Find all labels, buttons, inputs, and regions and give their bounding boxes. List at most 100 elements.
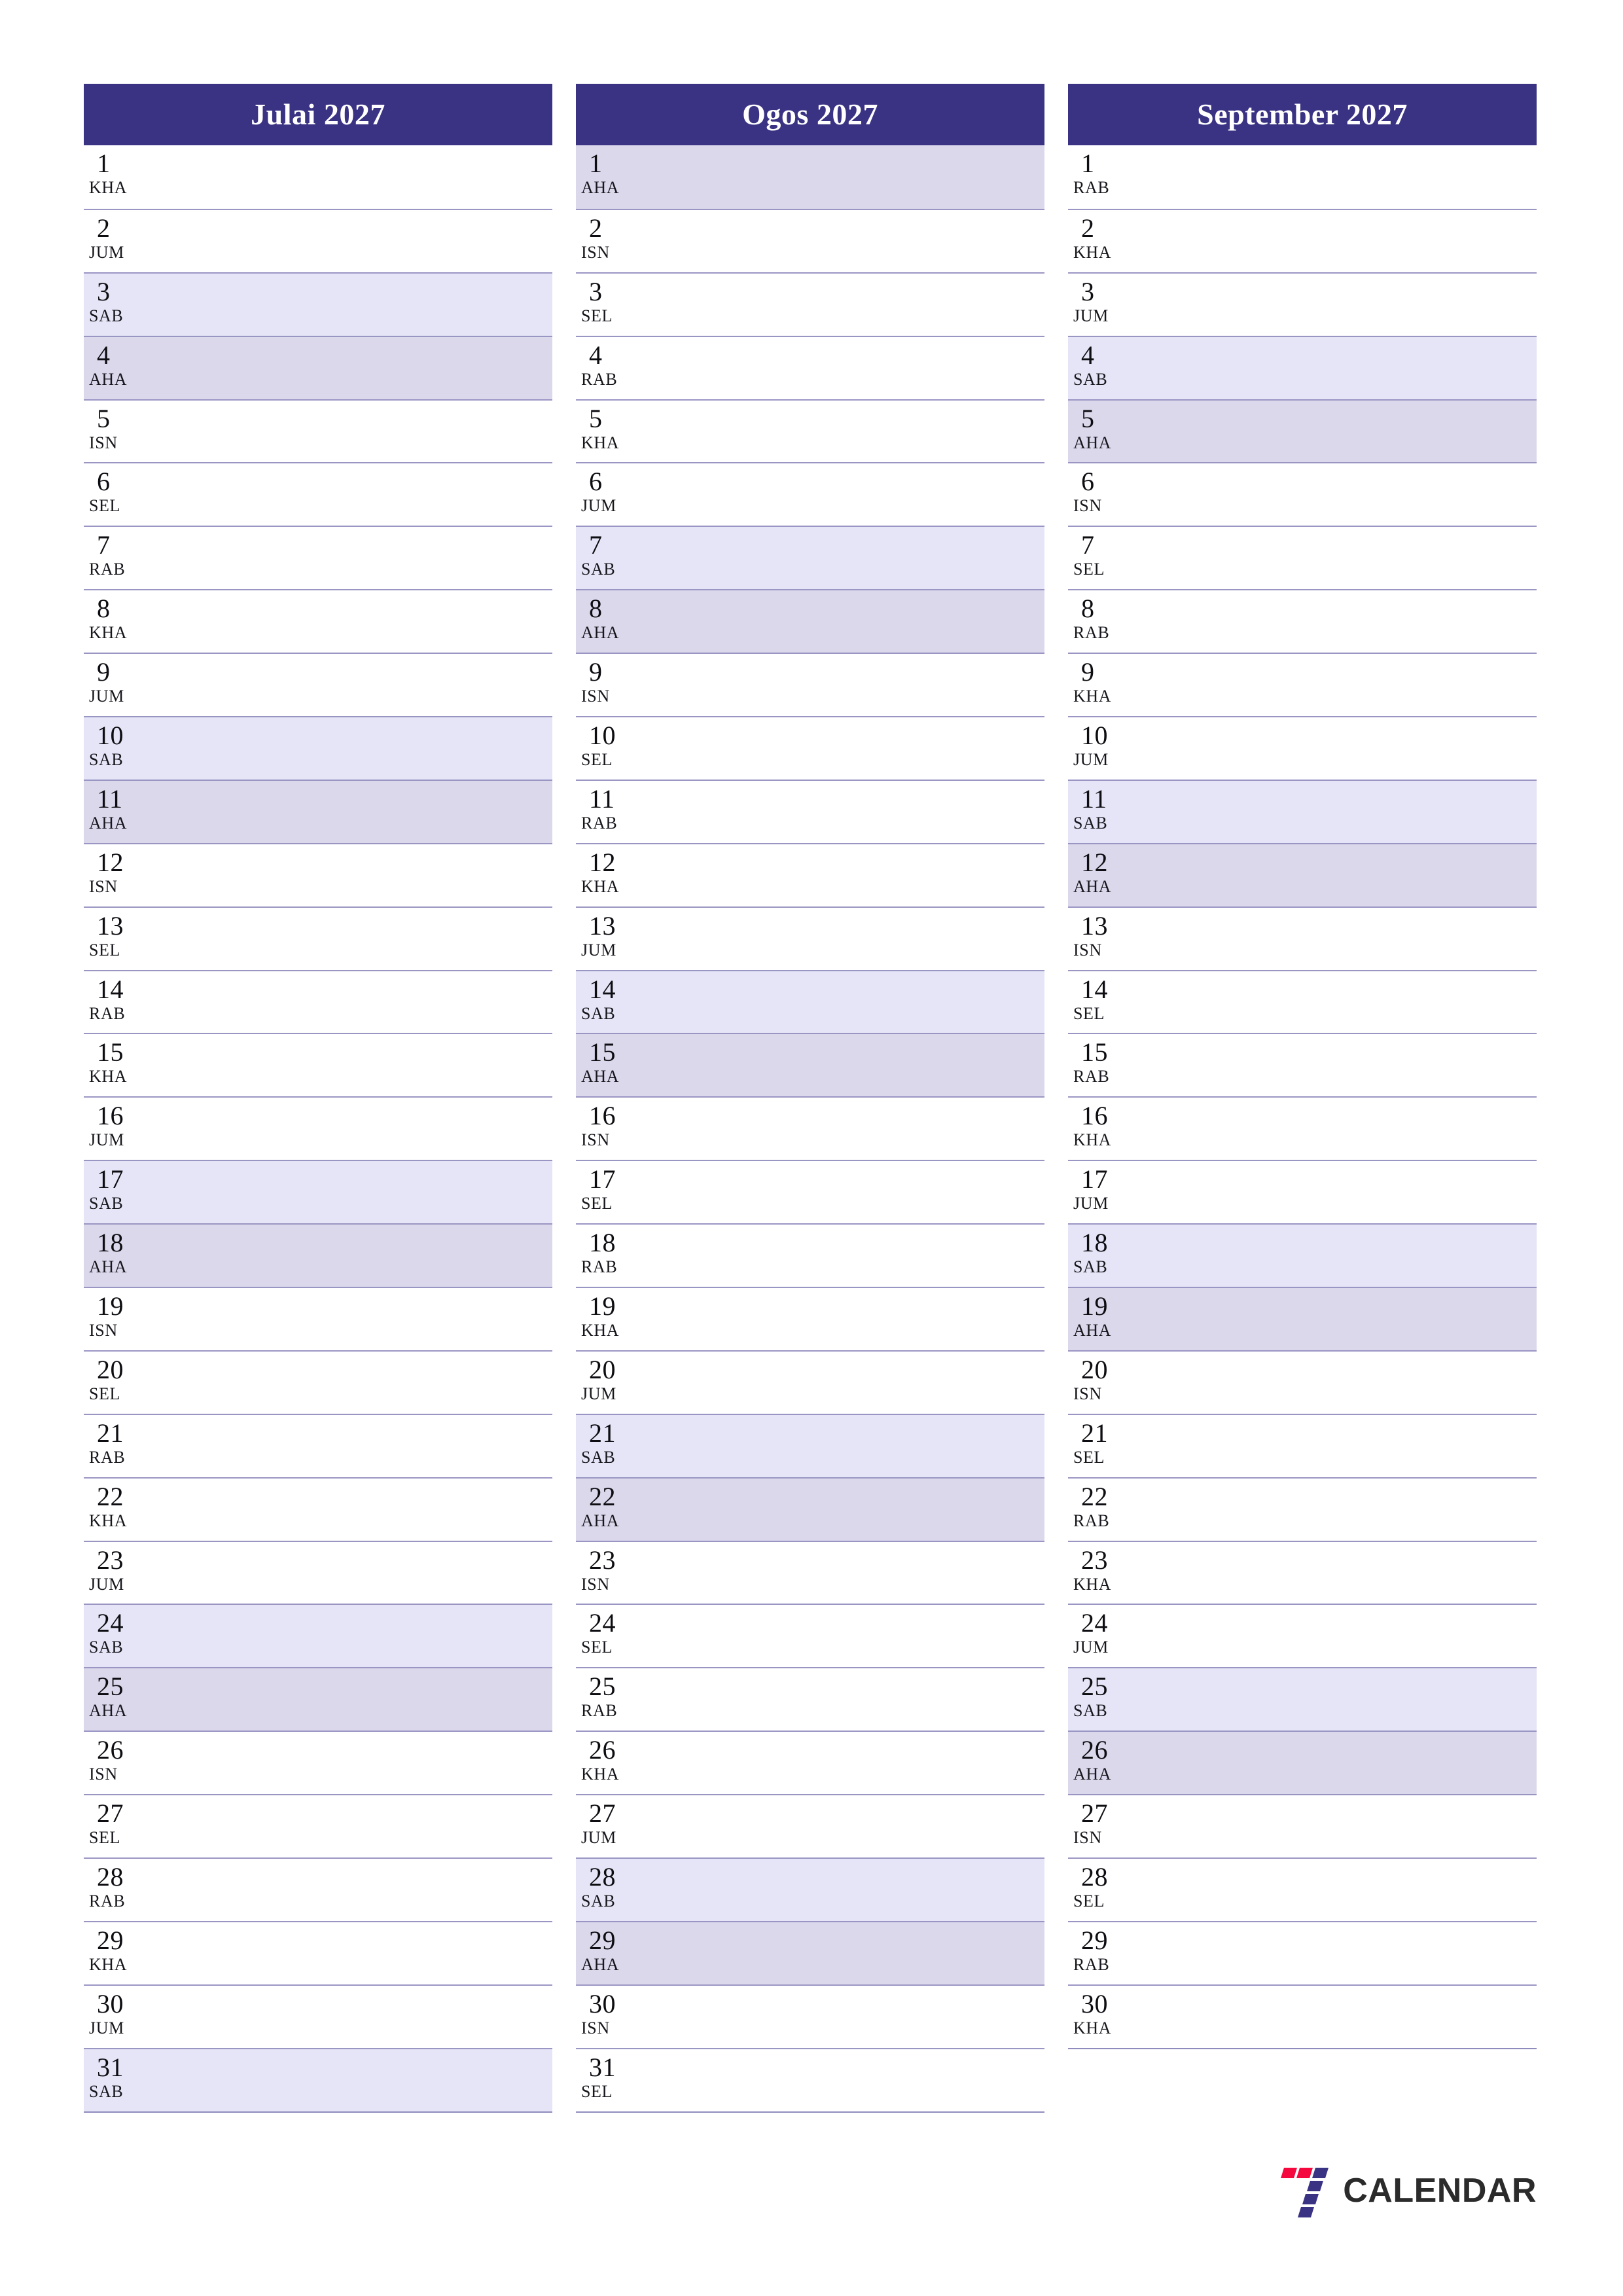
day-row[interactable]: 7 SAB <box>576 526 1044 590</box>
day-row[interactable]: 30 ISN <box>576 1984 1044 2048</box>
day-row[interactable]: 24 SEL <box>576 1604 1044 1667</box>
day-row[interactable]: 2 KHA <box>1068 208 1537 272</box>
day-row[interactable]: 30 KHA <box>1068 1984 1537 2048</box>
day-row[interactable]: 13 SEL <box>84 906 552 970</box>
day-number: 29 <box>97 1925 124 1955</box>
day-row[interactable]: 26 ISN <box>84 1731 552 1794</box>
day-row[interactable]: 7 SEL <box>1068 526 1537 589</box>
day-row[interactable]: 4 SAB <box>1068 335 1537 399</box>
day-weekday-label: SEL <box>581 1194 613 1213</box>
month-column: Julai 2027 1 KHA 2 JUM 3 SAB 4 AHA 5 ISN 6 SEL 7 RAB 8 K… <box>84 84 552 2113</box>
day-row[interactable]: 2 JUM <box>84 208 552 272</box>
day-number: 6 <box>97 467 111 497</box>
day-row[interactable]: 12 ISN <box>84 842 552 906</box>
day-row[interactable]: 21 RAB <box>84 1413 552 1477</box>
day-row[interactable]: 29 AHA <box>576 1920 1044 1984</box>
day-row[interactable]: 18 SAB <box>1068 1223 1537 1287</box>
day-row[interactable]: 25 RAB <box>576 1667 1044 1731</box>
day-row[interactable]: 12 AHA <box>1068 842 1537 906</box>
day-row[interactable]: 19 KHA <box>576 1287 1044 1350</box>
day-weekday-label: ISN <box>89 1765 118 1784</box>
day-row[interactable]: 31 SAB <box>84 2047 552 2111</box>
day-row[interactable]: 8 RAB <box>1068 589 1537 653</box>
day-row[interactable]: 26 KHA <box>576 1731 1044 1794</box>
day-row[interactable]: 21 SEL <box>1068 1413 1537 1477</box>
day-row[interactable]: 20 SEL <box>84 1350 552 1414</box>
day-row[interactable]: 25 SAB <box>1068 1667 1537 1731</box>
day-row[interactable]: 30 JUM <box>84 1984 552 2048</box>
day-row[interactable]: 16 JUM <box>84 1096 552 1160</box>
day-row[interactable]: 12 KHA <box>576 842 1044 906</box>
day-row[interactable]: 4 RAB <box>576 335 1044 399</box>
day-row[interactable]: 15 RAB <box>1068 1033 1537 1096</box>
day-row[interactable]: 6 JUM <box>576 462 1044 526</box>
day-row[interactable]: 26 AHA <box>1068 1731 1537 1795</box>
day-row[interactable]: 10 JUM <box>1068 716 1537 780</box>
day-row[interactable]: 5 ISN <box>84 399 552 463</box>
day-row[interactable]: 24 JUM <box>1068 1604 1537 1667</box>
day-row[interactable]: 27 ISN <box>1068 1794 1537 1857</box>
day-row[interactable]: 7 RAB <box>84 526 552 589</box>
day-row[interactable]: 3 SAB <box>84 272 552 336</box>
day-row[interactable]: 1 AHA <box>576 145 1044 209</box>
day-row[interactable]: 15 KHA <box>84 1033 552 1096</box>
day-row[interactable]: 1 RAB <box>1068 145 1537 209</box>
day-row[interactable]: 13 JUM <box>576 906 1044 970</box>
day-weekday-label: JUM <box>89 1130 124 1150</box>
day-row[interactable]: 10 SEL <box>576 716 1044 780</box>
day-row[interactable]: 31 SEL <box>576 2047 1044 2111</box>
day-row[interactable]: 11 RAB <box>576 779 1044 843</box>
day-row[interactable]: 11 SAB <box>1068 779 1537 843</box>
day-row[interactable]: 24 SAB <box>84 1604 552 1668</box>
day-row[interactable]: 14 SAB <box>576 969 1044 1033</box>
day-row[interactable]: 16 KHA <box>1068 1096 1537 1160</box>
day-row[interactable]: 22 RAB <box>1068 1477 1537 1541</box>
day-row[interactable]: 28 SEL <box>1068 1857 1537 1921</box>
day-row[interactable]: 17 SEL <box>576 1160 1044 1223</box>
day-weekday-label: SEL <box>89 496 121 516</box>
day-row[interactable]: 21 SAB <box>576 1413 1044 1477</box>
day-row[interactable]: 4 AHA <box>84 335 552 399</box>
day-row[interactable]: 3 SEL <box>576 272 1044 336</box>
day-row[interactable]: 3 JUM <box>1068 272 1537 336</box>
day-row[interactable]: 20 JUM <box>576 1350 1044 1414</box>
day-row[interactable]: 2 ISN <box>576 208 1044 272</box>
day-row[interactable]: 27 JUM <box>576 1794 1044 1857</box>
day-row[interactable]: 10 SAB <box>84 716 552 780</box>
day-row[interactable]: 13 ISN <box>1068 906 1537 970</box>
day-row[interactable]: 17 SAB <box>84 1160 552 1224</box>
day-row[interactable]: 27 SEL <box>84 1794 552 1857</box>
day-row[interactable]: 15 AHA <box>576 1033 1044 1097</box>
day-row[interactable]: 6 ISN <box>1068 462 1537 526</box>
day-row[interactable]: 23 JUM <box>84 1540 552 1604</box>
day-row[interactable]: 11 AHA <box>84 779 552 843</box>
day-row[interactable]: 14 SEL <box>1068 969 1537 1033</box>
day-row[interactable]: 22 AHA <box>576 1477 1044 1541</box>
day-row[interactable]: 9 ISN <box>576 653 1044 716</box>
day-row[interactable]: 18 AHA <box>84 1223 552 1287</box>
day-row[interactable]: 29 RAB <box>1068 1920 1537 1984</box>
day-row[interactable]: 22 KHA <box>84 1477 552 1541</box>
day-row[interactable]: 23 ISN <box>576 1540 1044 1604</box>
day-row[interactable]: 6 SEL <box>84 462 552 526</box>
day-row[interactable]: 5 AHA <box>1068 399 1537 463</box>
day-row[interactable]: 19 AHA <box>1068 1287 1537 1350</box>
day-row[interactable]: 18 RAB <box>576 1223 1044 1287</box>
day-row[interactable]: 9 JUM <box>84 653 552 716</box>
day-row[interactable]: 16 ISN <box>576 1096 1044 1160</box>
day-number: 15 <box>97 1037 124 1067</box>
day-row[interactable]: 28 RAB <box>84 1857 552 1921</box>
day-row[interactable]: 25 AHA <box>84 1667 552 1731</box>
day-row[interactable]: 17 JUM <box>1068 1160 1537 1223</box>
day-row[interactable]: 14 RAB <box>84 969 552 1033</box>
day-row[interactable]: 8 KHA <box>84 589 552 653</box>
day-row[interactable]: 1 KHA <box>84 145 552 209</box>
day-row[interactable]: 29 KHA <box>84 1920 552 1984</box>
day-row[interactable]: 5 KHA <box>576 399 1044 463</box>
day-row[interactable]: 28 SAB <box>576 1857 1044 1921</box>
day-row[interactable]: 19 ISN <box>84 1287 552 1350</box>
day-row[interactable]: 9 KHA <box>1068 653 1537 716</box>
day-row[interactable]: 23 KHA <box>1068 1540 1537 1604</box>
day-row[interactable]: 20 ISN <box>1068 1350 1537 1414</box>
day-row[interactable]: 8 AHA <box>576 589 1044 653</box>
